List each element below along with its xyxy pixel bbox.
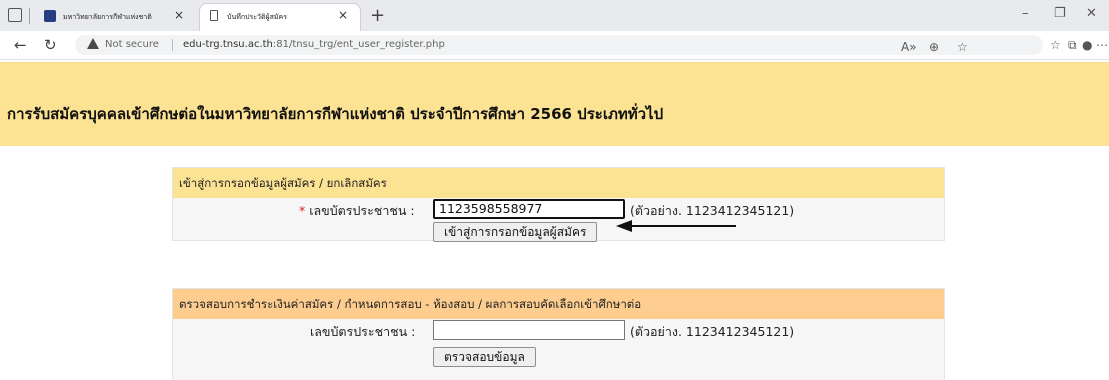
- tab-register[interactable]: บันทึกประวัติผู้สมัคร ×: [200, 4, 360, 31]
- url-path: :81/tnsu_trg/ent_user_register.php: [272, 39, 445, 50]
- tab-university[interactable]: มหาวิทยาลัยการกีฬาแห่งชาติ ×: [36, 4, 196, 31]
- warning-icon[interactable]: [87, 38, 99, 49]
- id-label-text: เลขบัตรประชาชน :: [309, 203, 415, 218]
- collections-icon[interactable]: ⧉: [1068, 38, 1077, 53]
- check-data-button[interactable]: ตรวจสอบข้อมูล: [433, 347, 536, 367]
- url-host: edu-trg.tnsu.ac.th: [183, 39, 273, 50]
- zoom-icon[interactable]: ⊕: [929, 40, 939, 54]
- check-id-example-hint: (ตัวอย่าง. 1123412345121): [630, 324, 795, 339]
- new-tab-button[interactable]: +: [370, 5, 385, 26]
- tab-title: บันทึกประวัติผู้สมัคร: [227, 13, 287, 21]
- url-text[interactable]: edu-trg.tnsu.ac.th:81/tnsu_trg/ent_user_…: [183, 39, 445, 50]
- page-banner: การรับสมัครบุคคลเข้าศึกษต่อในมหาวิทยาลัย…: [0, 62, 1109, 146]
- id-label: * เลขบัตรประชาชน :: [299, 201, 415, 221]
- back-icon[interactable]: ←: [14, 36, 27, 54]
- favorite-add-icon[interactable]: ☆: [957, 40, 968, 54]
- enter-application-button[interactable]: เข้าสู่การกรอกข้อมูลผู้สมัคร: [433, 222, 598, 242]
- check-id-input[interactable]: [433, 320, 625, 340]
- minimize-button[interactable]: –: [1022, 6, 1029, 21]
- tab-close-icon[interactable]: ×: [174, 8, 184, 22]
- read-aloud-icon[interactable]: A»: [901, 40, 917, 54]
- check-status-section: ตรวจสอบการชำระเงินค่าสมัคร / กำหนดการสอบ…: [172, 288, 945, 380]
- tab-close-icon[interactable]: ×: [338, 8, 348, 22]
- check-section-heading: ตรวจสอบการชำระเงินค่าสมัคร / กำหนดการสอบ…: [173, 289, 944, 319]
- tab-title: มหาวิทยาลัยการกีฬาแห่งชาติ: [63, 13, 152, 21]
- address-toolbar: ← ↻ Not secure edu-trg.tnsu.ac.th:81/tns…: [0, 31, 1109, 60]
- page-title: การรับสมัครบุคคลเข้าศึกษต่อในมหาวิทยาลัย…: [7, 105, 664, 123]
- required-mark: *: [299, 203, 306, 218]
- refresh-icon[interactable]: ↻: [44, 36, 57, 54]
- register-section-heading: เข้าสู่การกรอกข้อมูลผู้สมัคร / ยกเลิกสมั…: [173, 168, 944, 198]
- tab-divider: [29, 8, 30, 24]
- browser-tab-strip: มหาวิทยาลัยการกีฬาแห่งชาติ × บันทึกประวั…: [0, 0, 1109, 32]
- omnibox-divider: [172, 39, 173, 51]
- security-label[interactable]: Not secure: [105, 39, 159, 50]
- tab-actions-icon[interactable]: [8, 8, 22, 22]
- register-section-body: * เลขบัตรประชาชน : 1123598558977 (ตัวอย่…: [173, 198, 944, 242]
- profile-icon[interactable]: ●: [1082, 38, 1092, 52]
- page-favicon-icon: [210, 10, 218, 21]
- restore-button[interactable]: ❐: [1054, 6, 1066, 21]
- close-window-button[interactable]: ✕: [1086, 6, 1097, 21]
- favorites-icon[interactable]: ☆: [1050, 38, 1061, 52]
- check-section-body: เลขบัตรประชาชน : (ตัวอย่าง. 112341234512…: [173, 319, 944, 380]
- register-id-input[interactable]: 1123598558977: [433, 199, 625, 219]
- check-id-label: เลขบัตรประชาชน :: [310, 324, 416, 339]
- annotation-arrow-icon: [616, 220, 736, 232]
- more-icon[interactable]: ⋯: [1096, 38, 1108, 52]
- register-section: เข้าสู่การกรอกข้อมูลผู้สมัคร / ยกเลิกสมั…: [172, 167, 945, 242]
- address-bar[interactable]: Not secure edu-trg.tnsu.ac.th:81/tnsu_tr…: [75, 35, 1043, 55]
- site-favicon-icon: [44, 10, 56, 22]
